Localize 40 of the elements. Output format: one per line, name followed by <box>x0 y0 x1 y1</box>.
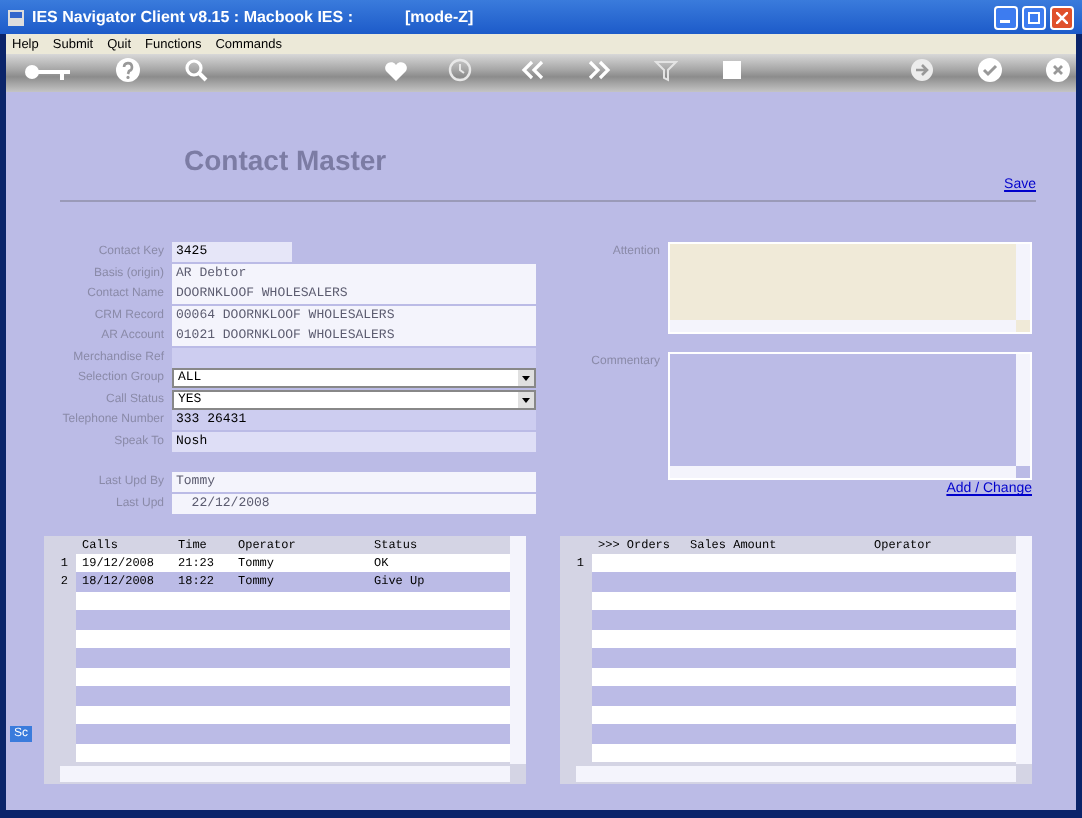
heart-icon[interactable] <box>384 59 408 81</box>
check-icon[interactable] <box>978 57 1002 81</box>
help-icon[interactable] <box>116 57 140 81</box>
page-title: Contact Master <box>184 144 387 176</box>
table-row[interactable] <box>592 610 1016 629</box>
table-row[interactable] <box>76 610 510 629</box>
square-icon[interactable] <box>720 57 744 81</box>
clock-icon[interactable] <box>448 57 472 81</box>
mode-label: [mode-Z] <box>405 8 474 26</box>
funnel-icon[interactable] <box>654 57 678 81</box>
commentary-textarea[interactable] <box>668 352 1032 480</box>
close-icon[interactable] <box>1046 57 1070 81</box>
close-button[interactable] <box>1050 5 1074 29</box>
app-icon <box>8 9 24 25</box>
maximize-icon <box>1028 11 1040 23</box>
table-row[interactable] <box>76 724 510 743</box>
maximize-button[interactable] <box>1022 5 1046 29</box>
caret-icon[interactable] <box>518 391 534 407</box>
table-row[interactable] <box>592 572 1016 591</box>
window-title: IES Navigator Client v8.15 : Macbook IES : <box>32 8 353 26</box>
close-icon <box>1056 11 1068 23</box>
caret-icon[interactable] <box>518 370 534 386</box>
table-row[interactable] <box>76 648 510 667</box>
table-row[interactable] <box>592 648 1016 667</box>
horizontal-scrollbar[interactable] <box>60 765 510 781</box>
search-icon[interactable] <box>184 57 208 81</box>
double-right-icon[interactable] <box>588 57 612 81</box>
table-row[interactable] <box>592 553 1016 572</box>
arrow-circle-icon[interactable] <box>910 57 934 81</box>
table-row[interactable] <box>76 686 510 705</box>
table-row[interactable] <box>592 724 1016 743</box>
horizontal-scrollbar[interactable] <box>576 765 1016 781</box>
input-field[interactable] <box>172 347 536 367</box>
vertical-scrollbar[interactable] <box>1016 535 1032 763</box>
vertical-scrollbar[interactable] <box>510 535 526 763</box>
double-left-icon[interactable] <box>520 57 544 81</box>
key-icon[interactable] <box>24 61 72 81</box>
minimize-button[interactable] <box>994 5 1018 29</box>
attention-textarea[interactable] <box>668 242 1032 334</box>
table-row[interactable] <box>592 686 1016 705</box>
